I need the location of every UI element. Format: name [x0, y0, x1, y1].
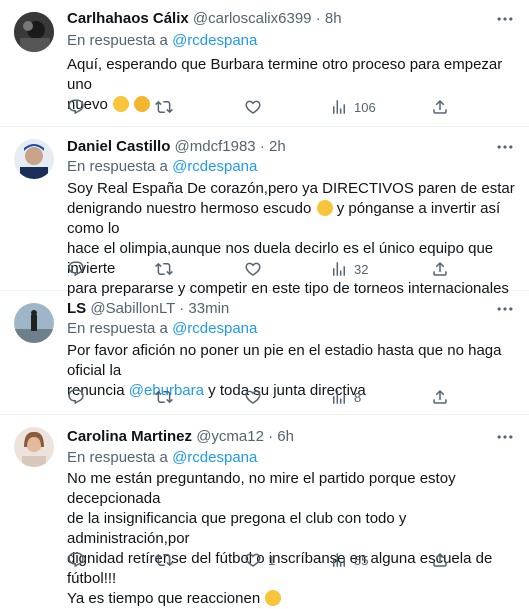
share-icon — [431, 551, 449, 569]
like-icon — [244, 388, 262, 406]
display-name[interactable]: Carolina Martinez — [67, 428, 192, 445]
reply-button[interactable] — [67, 259, 91, 279]
more-icon[interactable] — [495, 137, 515, 157]
share-button[interactable] — [431, 97, 449, 117]
share-button[interactable] — [431, 259, 449, 279]
reply-icon — [67, 388, 85, 406]
views-button[interactable]: 32 — [330, 259, 368, 279]
views-icon — [330, 388, 348, 406]
avatar[interactable] — [14, 139, 54, 179]
retweet-button[interactable] — [155, 387, 179, 407]
reply-mention-link[interactable]: @rcdespana — [172, 449, 257, 466]
reply-icon — [67, 551, 85, 569]
views-button[interactable]: 106 — [330, 97, 376, 117]
views-icon — [330, 551, 348, 569]
like-button[interactable] — [244, 97, 268, 117]
display-name[interactable]: LS — [67, 300, 86, 317]
timestamp[interactable]: 33min — [188, 300, 229, 317]
like-button[interactable] — [244, 259, 268, 279]
more-icon[interactable] — [495, 299, 515, 319]
display-name[interactable]: Carlhahaos Cálix — [67, 10, 189, 27]
tweet-text: Soy Real España De corazón,pero ya DIREC… — [67, 180, 515, 297]
reply-mention-link[interactable]: @rcdespana — [172, 158, 257, 175]
retweet-button[interactable] — [155, 550, 179, 570]
tweet-actions: 32 — [67, 259, 517, 279]
tweet-actions: 1 55 — [67, 550, 517, 570]
user-handle[interactable]: @SabillonLT — [90, 300, 175, 317]
avatar[interactable] — [14, 303, 54, 343]
tweet-3[interactable]: LS @SabillonLT · 33min En respuesta a @r… — [0, 291, 529, 415]
like-icon — [244, 551, 262, 569]
views-icon — [330, 260, 348, 278]
tweet-header: LS @SabillonLT · 33min — [67, 300, 230, 317]
persevering-face-emoji-icon — [316, 200, 333, 216]
views-button[interactable]: 55 — [330, 550, 368, 570]
reply-button[interactable] — [67, 550, 91, 570]
retweet-icon — [155, 98, 173, 116]
like-button[interactable]: 1 — [244, 550, 275, 570]
angry-face-emoji-icon — [265, 590, 282, 606]
share-icon — [431, 388, 449, 406]
retweet-button[interactable] — [155, 259, 179, 279]
reply-context: En respuesta a @rcdespana — [67, 158, 258, 175]
reply-button[interactable] — [67, 387, 91, 407]
avatar[interactable] — [14, 427, 54, 467]
retweet-icon — [155, 388, 173, 406]
tweet-header: Carlhahaos Cálix @carloscalix6399 · 8h — [67, 10, 342, 27]
display-name[interactable]: Daniel Castillo — [67, 138, 170, 155]
reply-context: En respuesta a @rcdespana — [67, 32, 258, 49]
tweet-text: No me están preguntando, no mire el part… — [67, 470, 493, 607]
reply-mention-link[interactable]: @rcdespana — [172, 320, 257, 337]
reply-context: En respuesta a @rcdespana — [67, 449, 258, 466]
tweet-2[interactable]: Daniel Castillo @mdcf1983 · 2h En respue… — [0, 127, 529, 297]
more-icon[interactable] — [495, 9, 515, 29]
user-handle[interactable]: @ycma12 — [196, 428, 264, 445]
views-button[interactable]: 8 — [330, 387, 361, 407]
user-handle[interactable]: @mdcf1983 — [175, 138, 256, 155]
tweet-actions: 8 — [67, 387, 517, 407]
retweet-icon — [155, 551, 173, 569]
tweet-actions: 106 — [67, 97, 517, 117]
avatar[interactable] — [14, 12, 54, 52]
retweet-button[interactable] — [155, 97, 179, 117]
tweet-1[interactable]: Carlhahaos Cálix @carloscalix6399 · 8h E… — [0, 0, 529, 127]
share-button[interactable] — [431, 387, 449, 407]
like-icon — [244, 98, 262, 116]
user-handle[interactable]: @carloscalix6399 — [193, 10, 312, 27]
timestamp[interactable]: 8h — [325, 10, 342, 27]
reply-icon — [67, 260, 85, 278]
timestamp[interactable]: 2h — [269, 138, 286, 155]
like-button[interactable] — [244, 387, 268, 407]
reply-button[interactable] — [67, 97, 91, 117]
reply-mention-link[interactable]: @rcdespana — [172, 32, 257, 49]
more-icon[interactable] — [495, 427, 515, 447]
reply-icon — [67, 98, 85, 116]
share-icon — [431, 98, 449, 116]
tweet-4[interactable]: Carolina Martinez @ycma12 · 6h En respue… — [0, 415, 529, 607]
timestamp[interactable]: 6h — [277, 428, 294, 445]
views-icon — [330, 98, 348, 116]
tweet-header: Carolina Martinez @ycma12 · 6h — [67, 428, 294, 445]
share-button[interactable] — [431, 550, 449, 570]
retweet-icon — [155, 260, 173, 278]
reply-context: En respuesta a @rcdespana — [67, 320, 258, 337]
tweet-header: Daniel Castillo @mdcf1983 · 2h — [67, 138, 286, 155]
share-icon — [431, 260, 449, 278]
like-icon — [244, 260, 262, 278]
